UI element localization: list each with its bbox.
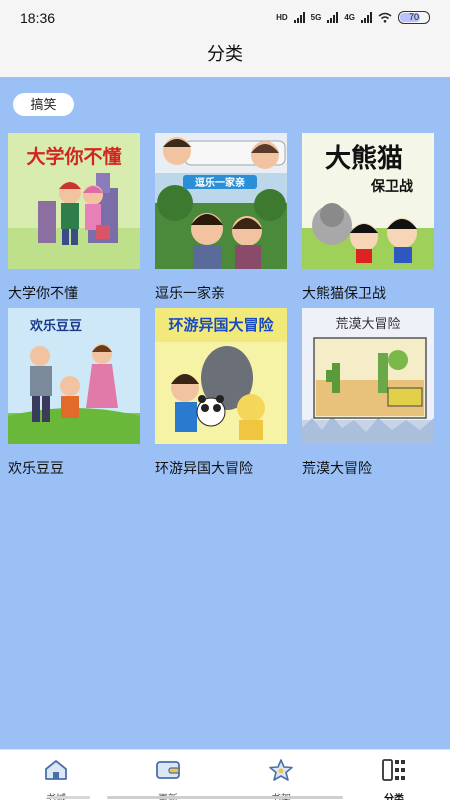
book-cover[interactable]: 大学你不懂: [8, 133, 140, 269]
signal-icon-2: [327, 12, 339, 23]
wallet-icon: [156, 761, 180, 779]
cover-title-text: 大熊猫: [325, 143, 403, 174]
tab-updates[interactable]: 更新: [112, 750, 224, 800]
4g-label: 4G: [344, 12, 355, 22]
book-cover[interactable]: 大熊猫 保卫战: [302, 133, 434, 269]
status-time: 18:36: [20, 10, 56, 26]
book-cover[interactable]: 欢乐豆豆: [8, 308, 140, 444]
status-bar: 18:36 HD 5G 4G 70: [0, 0, 450, 36]
signal-icon: [293, 12, 305, 23]
tab-label: 分类: [384, 794, 404, 800]
cover-title-text-2: 保卫战: [370, 178, 413, 195]
book-title[interactable]: 大熊猫保卫战: [302, 283, 434, 303]
book-card[interactable]: 荒漠大冒险 荒漠大冒险: [302, 308, 434, 478]
tag-chip-funny[interactable]: 搞笑: [13, 93, 74, 116]
tab-bookstore[interactable]: 书城: [0, 750, 112, 800]
category-content: 搞笑 大学你不懂 大学你不懂 逗乐一家亲 逗乐一家亲 大熊猫 保卫战 大熊猫保卫…: [0, 77, 450, 749]
cover-title-text: 荒漠大冒险: [335, 317, 400, 332]
book-title[interactable]: 逗乐一家亲: [155, 283, 287, 303]
header: 分类: [0, 36, 450, 76]
book-cover[interactable]: 荒漠大冒险: [302, 308, 434, 444]
book-card[interactable]: 大熊猫 保卫战 大熊猫保卫战: [302, 133, 434, 303]
page-title: 分类: [207, 44, 243, 64]
wifi-icon: [378, 12, 392, 23]
tab-bookshelf[interactable]: 书架: [225, 750, 337, 800]
hd-label: HD: [276, 12, 288, 22]
book-card[interactable]: 大学你不懂 大学你不懂: [8, 133, 140, 303]
home-indicator[interactable]: [107, 796, 343, 799]
book-card[interactable]: 环游异国大冒险 环游异国大冒险: [155, 308, 287, 478]
battery-icon: 70: [398, 11, 430, 24]
cover-title-text: 欢乐豆豆: [29, 318, 82, 334]
cover-title-text: 环游异国大冒险: [168, 316, 274, 334]
book-title[interactable]: 欢乐豆豆: [8, 458, 140, 478]
cover-title-text: 逗乐一家亲: [195, 176, 245, 189]
battery-level: 70: [408, 12, 419, 22]
book-title[interactable]: 环游异国大冒险: [155, 458, 287, 478]
cover-title-text: 大学你不懂: [26, 145, 121, 168]
status-icons: HD 5G 4G 70: [276, 11, 430, 24]
5g-label: 5G: [310, 12, 322, 22]
book-title[interactable]: 大学你不懂: [8, 283, 140, 303]
book-card[interactable]: 逗乐一家亲 逗乐一家亲: [155, 133, 287, 303]
book-cover[interactable]: 逗乐一家亲: [155, 133, 287, 269]
scroll-indicator-left: [50, 796, 90, 799]
grid-icon: [382, 759, 405, 781]
signal-icon-3: [361, 12, 372, 23]
book-title[interactable]: 荒漠大冒险: [302, 458, 434, 478]
tab-category[interactable]: 分类: [338, 750, 450, 800]
book-cover[interactable]: 环游异国大冒险: [155, 308, 287, 444]
book-card[interactable]: 欢乐豆豆 欢乐豆豆: [8, 308, 140, 478]
bottom-tab-bar: 书城 更新 书架 分类: [0, 749, 450, 800]
home-icon: [45, 760, 67, 780]
star-icon: [269, 759, 293, 781]
